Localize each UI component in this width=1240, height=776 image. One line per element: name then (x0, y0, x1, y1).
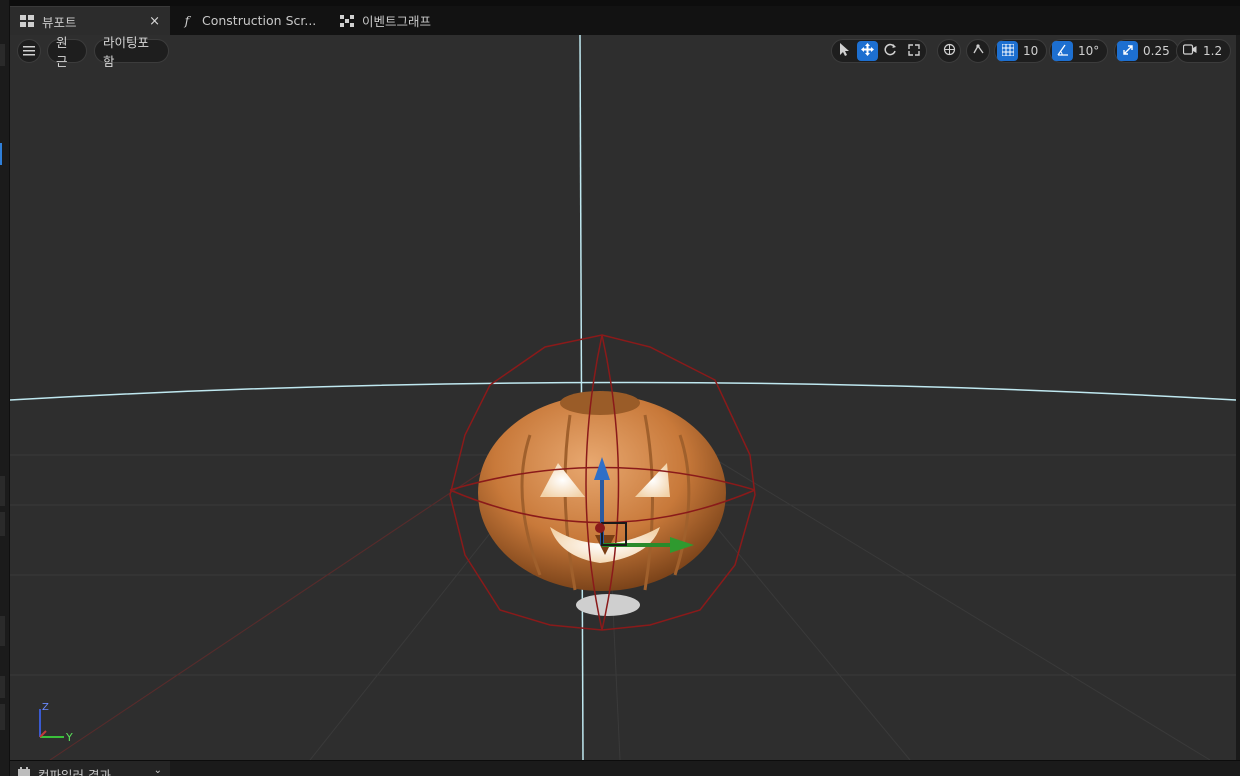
perspective-button[interactable]: 원근 (47, 35, 87, 69)
lighting-mode-button[interactable]: 라이팅포함 (94, 35, 169, 69)
rotate-tool-button[interactable] (880, 41, 901, 61)
select-arrow-icon (839, 43, 850, 59)
scale-icon (907, 43, 920, 59)
viewport-scene (10, 35, 1236, 760)
rotation-snap-value[interactable]: 10° (1075, 44, 1105, 58)
world-coordinate-button[interactable] (937, 39, 961, 63)
tab-label: Construction Scr... (202, 13, 317, 28)
scale-snap-icon (1122, 44, 1134, 59)
rotation-snap-toolbar: 10° (1049, 39, 1109, 63)
rotate-icon (884, 43, 897, 59)
scale-snap-group[interactable]: 0.25 (1114, 39, 1179, 63)
angle-icon (1056, 44, 1069, 59)
transform-tools-group (831, 39, 927, 63)
select-tool-button[interactable] (834, 41, 855, 61)
tab-construction-script[interactable]: f Construction Scr... (170, 6, 330, 35)
camera-speed-group[interactable]: 1.2 (1176, 39, 1232, 63)
left-edge-mark (0, 616, 5, 646)
viewport-grid-icon (20, 14, 34, 28)
transform-toolbar (831, 39, 927, 63)
3d-viewport[interactable]: 원근 라이팅포함 10 10° 0.25 1.2 Z Y (10, 35, 1236, 760)
scale-snap-toggle[interactable] (1117, 41, 1138, 61)
y-axis-label: Y (65, 731, 73, 741)
surface-snap-button[interactable] (966, 39, 990, 63)
scale-snap-toolbar: 0.25 (1114, 39, 1179, 63)
viewport-menu-button[interactable] (17, 39, 41, 63)
graph-nodes-icon (340, 14, 354, 28)
chevron-down-icon[interactable]: ⌄ (154, 765, 162, 776)
grid-icon (1001, 43, 1014, 59)
grid-snap-toolbar: 10 (994, 39, 1048, 63)
right-panel-edge (1236, 35, 1240, 760)
tab-label: 이벤트그래프 (362, 14, 432, 29)
hamburger-menu-icon (23, 44, 35, 59)
left-panel-edge (0, 0, 10, 776)
left-edge-mark (0, 476, 5, 506)
left-edge-mark (0, 704, 5, 730)
surface-snap-toolbar (966, 39, 990, 63)
move-arrows-icon (861, 43, 874, 59)
compiler-icon (18, 765, 30, 776)
left-edge-mark (0, 676, 5, 698)
scale-snap-value[interactable]: 0.25 (1140, 44, 1176, 58)
grid-snap-toggle[interactable] (997, 41, 1018, 61)
surface-snap-icon (972, 43, 985, 59)
world-coordinate-icon (943, 43, 956, 59)
camera-icon (1182, 44, 1197, 58)
left-edge-mark (0, 44, 5, 66)
rotation-snap-group[interactable]: 10° (1049, 39, 1109, 63)
axis-orientation-gizmo: Z Y (39, 702, 73, 741)
tab-compiler-results[interactable]: 컴파일러 결과 ⌄ (10, 761, 170, 776)
camera-speed-value[interactable]: 1.2 (1199, 44, 1228, 58)
tab-label: 뷰포트 (42, 14, 77, 30)
tab-label: 컴파일러 결과 (38, 768, 111, 776)
close-icon[interactable]: × (149, 14, 160, 29)
rotation-snap-toggle[interactable] (1052, 41, 1073, 61)
left-edge-mark (0, 512, 5, 536)
editor-tab-bar: 뷰포트 × f Construction Scr... 이벤트그래프 (10, 6, 1240, 35)
left-edge-accent (0, 143, 2, 165)
grid-snap-group[interactable]: 10 (994, 39, 1048, 63)
function-icon: f (184, 13, 190, 28)
scale-tool-button[interactable] (903, 41, 924, 61)
coordinate-toolbar (937, 39, 961, 63)
z-axis-label: Z (42, 702, 49, 713)
tab-event-graph[interactable]: 이벤트그래프 (330, 6, 460, 35)
bottom-panel: 컴파일러 결과 ⌄ (10, 760, 1240, 776)
move-tool-button[interactable] (857, 41, 878, 61)
grid-snap-value[interactable]: 10 (1020, 44, 1044, 58)
tab-viewport[interactable]: 뷰포트 × (10, 6, 170, 35)
camera-speed-toolbar: 1.2 (1176, 39, 1232, 63)
